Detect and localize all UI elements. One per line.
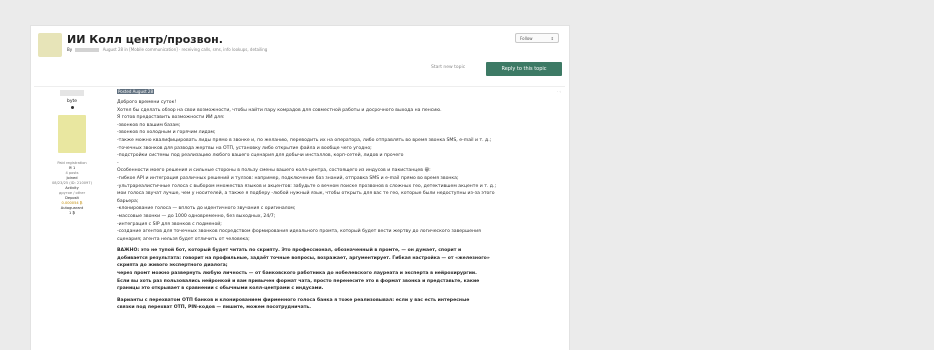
post-body: Доброго времени суток! Хотел бы сделать о…: [117, 99, 557, 312]
post-line: Если вы хоть раз пользовались нейронкой …: [117, 278, 480, 284]
follow-label: Follow: [520, 35, 533, 41]
author-name-link[interactable]: [75, 48, 100, 52]
deposit-value: 0.000054 ₿: [61, 201, 83, 205]
author-photo[interactable]: [58, 115, 86, 153]
start-new-topic-link[interactable]: Start new topic: [431, 65, 465, 70]
post-line: Хотел бы сделать обзор на свои возможнос…: [117, 107, 442, 113]
post-line: -интеграция с SIP для звонков с подменой…: [117, 221, 222, 227]
post-line: сценария; агента нельзя будет отличить о…: [117, 236, 250, 242]
post-line: -массовые звонки — до 1000 одновременно,…: [117, 213, 276, 219]
follow-button[interactable]: Follow ⇕: [515, 33, 559, 43]
post-line: границы это открывает в сравнении с обыч…: [117, 286, 324, 292]
post-line: -гибкое API и интеграция различных решен…: [117, 175, 459, 181]
message-icon: ✉: [68, 166, 72, 170]
post-line: барьера;: [117, 198, 139, 204]
post-line: Особенности моего решения и сильные стор…: [117, 168, 431, 174]
post-line: Я готов предоставить возможности ИИ для:: [117, 115, 225, 121]
topic-meta: By August 28 in [Mobile communication] ·…: [67, 47, 267, 52]
author-group: Paid registration: [57, 161, 87, 165]
post-date[interactable]: Posted August 28: [117, 89, 154, 94]
autoguarant-value: 1 ₿: [68, 211, 76, 215]
post-line: -ультрареалистичные голоса с выбором мно…: [117, 183, 496, 189]
post-line: мои голоса звучат лучше, чем у носителей…: [117, 191, 495, 197]
post-line: -также можно квалифицировать лиды прямо …: [117, 137, 492, 143]
topic-container: ИИ Колл центр/прозвон. By August 28 in […: [30, 25, 570, 350]
post-line: Варианты с перехватом ОТП банков и клони…: [117, 297, 470, 303]
post-line: -точечных звонков для развода жертвы на …: [117, 145, 372, 151]
post: byte Paid registration ✉ 1 4 posts Joine…: [34, 86, 565, 350]
post-line: связки под перехват ОТП, PIN-кодов — пиш…: [117, 305, 312, 311]
topic-tags[interactable]: · receiving calls, sms, info lookups, de…: [179, 47, 267, 52]
chevron-updown-icon: ⇕: [550, 35, 554, 41]
reply-button[interactable]: Reply to this topic: [486, 62, 562, 76]
author-posts: 4 posts: [65, 171, 79, 175]
post-line: скрипта до живого экспертного диалога;: [117, 263, 228, 269]
autoguarant-label: Autoguarant: [60, 206, 84, 210]
post-line: -клонирование голоса — вплоть до идентич…: [117, 206, 296, 212]
post-line: -звонков по вашим базам;: [117, 122, 181, 128]
topic-actions: Start new topic Reply to this topic: [31, 61, 569, 77]
author-posts-count: 1: [72, 166, 76, 170]
author-posts-count-row: ✉ 1: [34, 166, 110, 171]
post-line: -звонков по холодным и горячим лидам;: [117, 130, 216, 136]
post-line: -: [117, 160, 119, 166]
post-line: ВАЖНО: это не тупой бот, который будет ч…: [117, 248, 462, 254]
post-line: -подстройки системы под реализацию любог…: [117, 153, 404, 159]
online-status-icon: [71, 106, 74, 109]
activity-value: другое / other: [58, 191, 86, 195]
topic-date-forum[interactable]: August 28 in [Mobile communication]: [103, 47, 178, 52]
post-line: через промт можно развернуть любую лично…: [117, 271, 477, 277]
activity-label: Activity: [65, 186, 79, 190]
post-line: -создание агентов для точечных звонков п…: [117, 229, 481, 235]
topic-header: ИИ Колл центр/прозвон. By August 28 in […: [31, 26, 569, 61]
share-icon[interactable]: · ‹: [557, 89, 561, 94]
author-small-avatar: [60, 90, 84, 96]
post-line: Доброго времени суток!: [117, 100, 177, 105]
post-content: Posted August 28 · ‹ Доброго времени сут…: [114, 87, 564, 350]
deposit-label: Deposit: [65, 196, 79, 200]
post-line: добивается результата: говорит на профил…: [117, 255, 490, 261]
by-label: By: [67, 47, 73, 52]
post-author-panel: byte Paid registration ✉ 1 4 posts Joine…: [34, 87, 110, 350]
joined-value: 08/23/25 (ID: 210097): [52, 181, 92, 185]
page-title: ИИ Колл центр/прозвон.: [67, 33, 223, 46]
author-avatar[interactable]: [38, 33, 62, 57]
author-name[interactable]: byte: [34, 99, 110, 104]
joined-label: Joined: [66, 176, 78, 180]
